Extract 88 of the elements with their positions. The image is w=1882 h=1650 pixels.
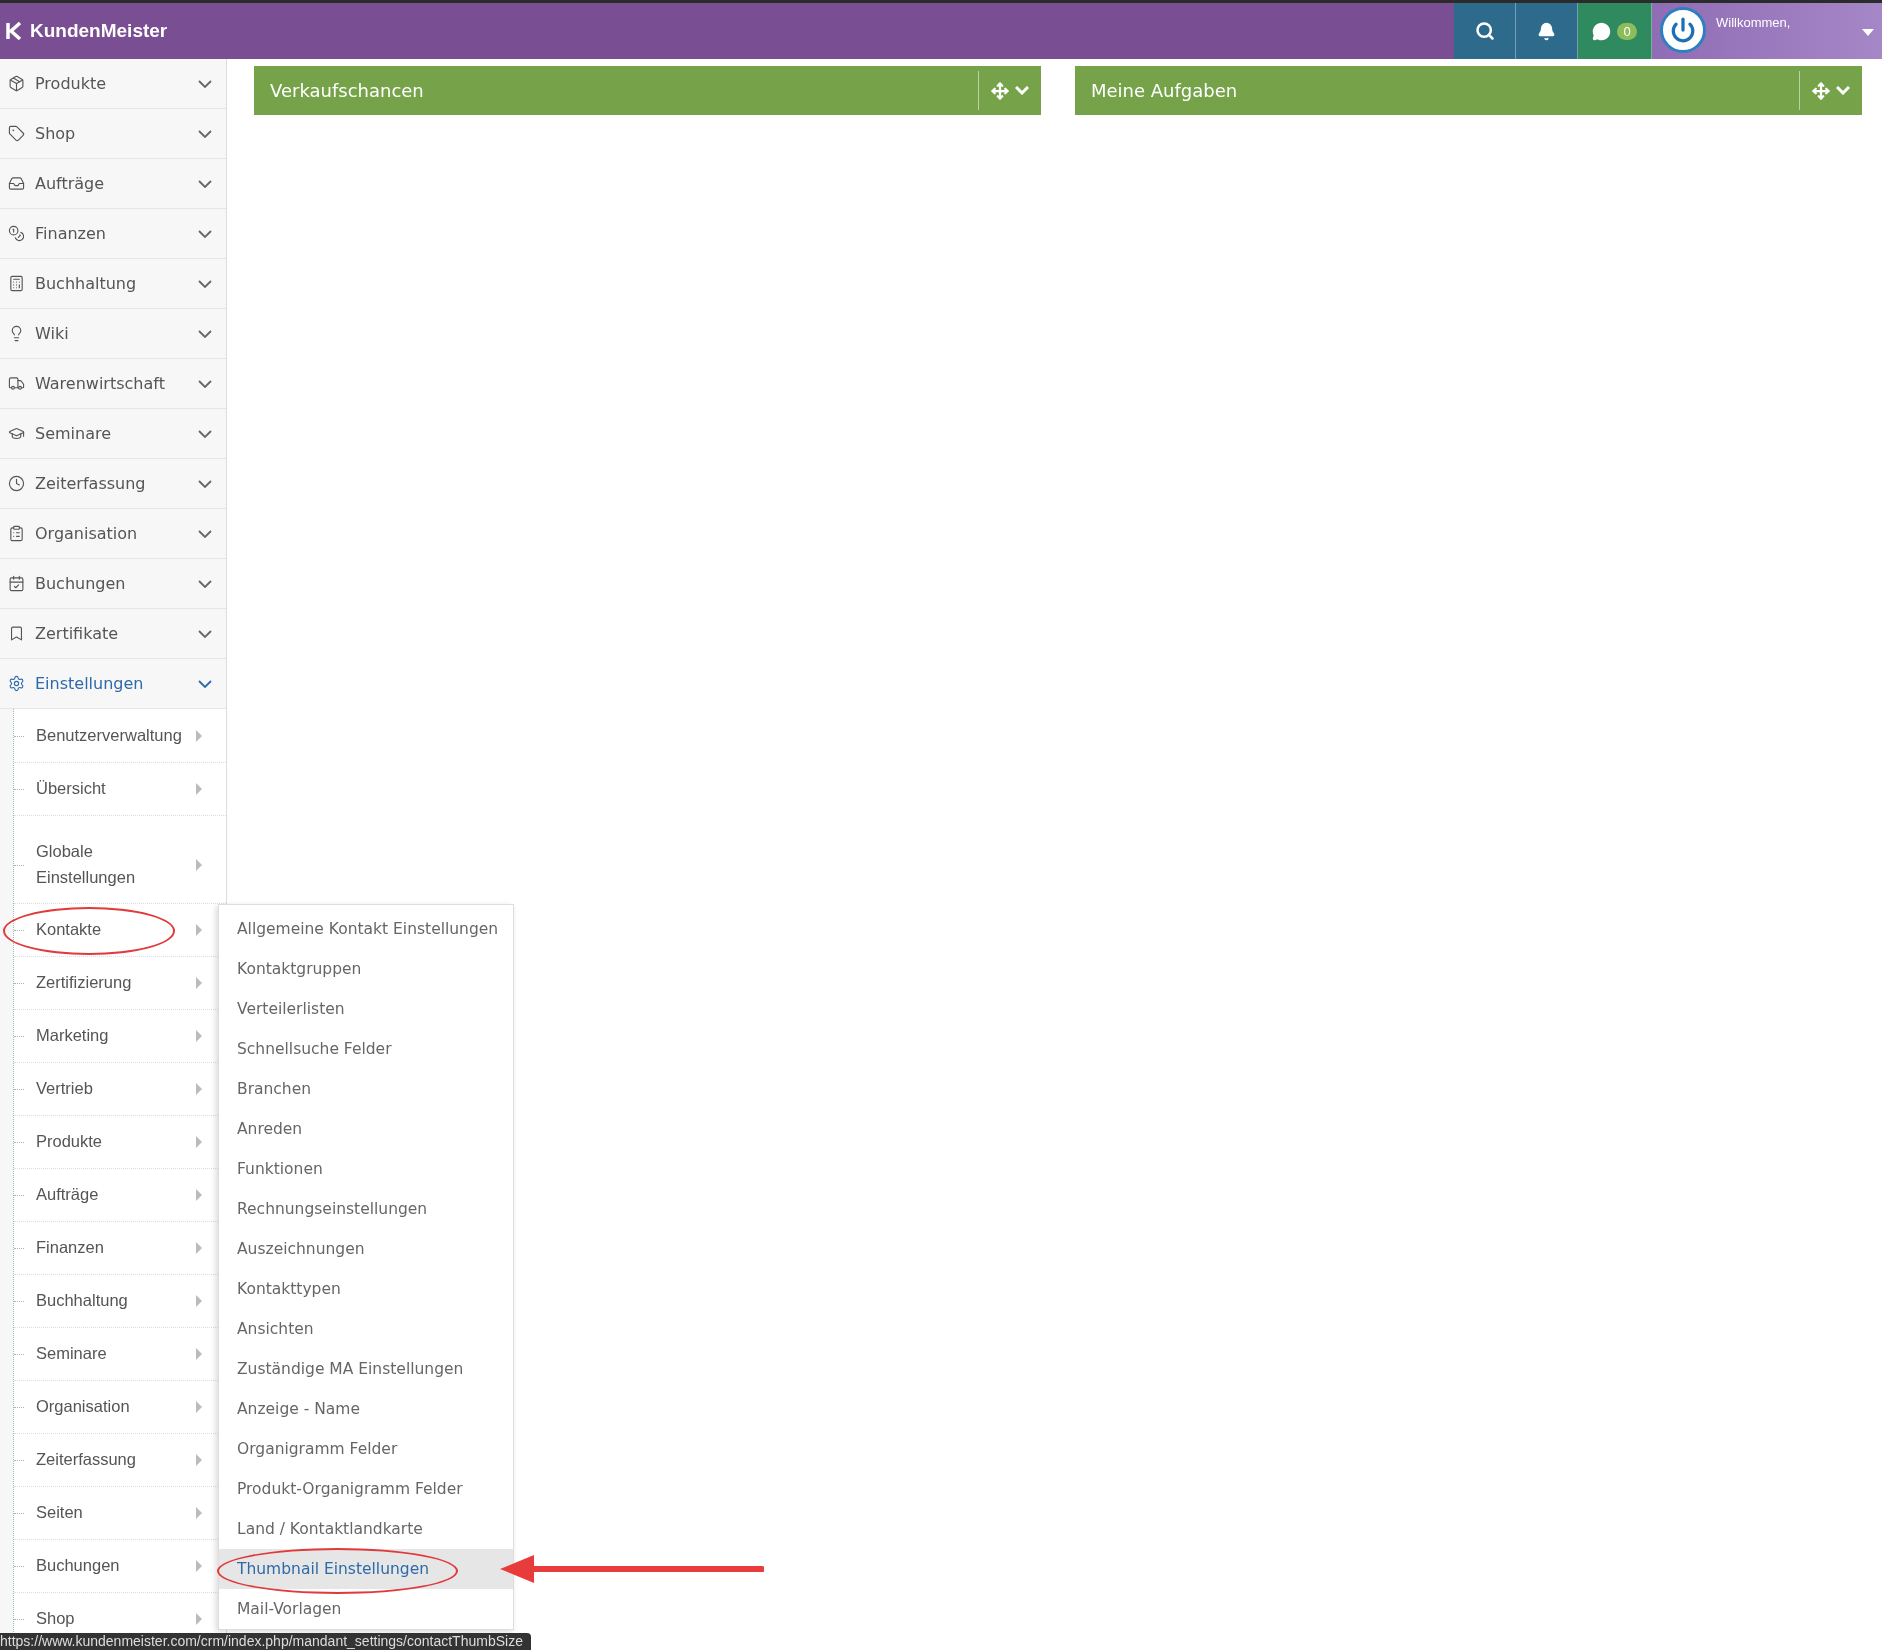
chevron-icon: [198, 379, 212, 388]
submenu-item[interactable]: Globale Einstellungen: [14, 827, 226, 904]
caret-icon: [196, 1507, 202, 1519]
sidebar-item[interactable]: Zeiterfassung: [0, 459, 226, 509]
panel-title: Verkaufschancen: [269, 80, 425, 101]
move-icon[interactable]: [991, 81, 1009, 100]
chevron-icon: [198, 629, 212, 638]
caret-icon: [196, 1295, 202, 1307]
calendar-icon: [8, 575, 25, 592]
calculator-icon: [8, 275, 25, 292]
sidebar-item[interactable]: Finanzen: [0, 209, 226, 259]
caret-icon: [196, 859, 202, 871]
sidebar-item[interactable]: Aufträge: [0, 159, 226, 209]
chevron-icon: [198, 479, 212, 488]
submenu-item[interactable]: Zeiterfassung: [14, 1434, 226, 1487]
chevron-icon[interactable]: [1015, 86, 1029, 95]
caret-icon: [196, 1401, 202, 1413]
caret-icon: [196, 1083, 202, 1095]
clock-icon: [8, 475, 25, 492]
chevron-icon: [198, 579, 212, 588]
caret-icon: [196, 1454, 202, 1466]
sidebar-item[interactable]: Buchungen: [0, 559, 226, 609]
notifications-button[interactable]: [1516, 3, 1578, 59]
bookmark-icon: [8, 625, 25, 642]
search-icon: [1474, 21, 1495, 41]
caret-icon: [196, 1242, 202, 1254]
move-icon[interactable]: [1812, 81, 1830, 100]
coins-icon: [8, 225, 25, 242]
chat-count-badge: 0: [1617, 22, 1637, 40]
submenu-item[interactable]: Organisation: [14, 1381, 226, 1434]
truck-icon: [8, 375, 25, 392]
chevron-icon: [198, 679, 212, 688]
caret-icon: [196, 924, 202, 936]
submenu-item[interactable]: Buchungen: [14, 1540, 226, 1593]
panel-title: Meine Aufgaben: [1090, 80, 1239, 101]
menu-item[interactable]: Thumbnail Einstellungen: [219, 1549, 513, 1589]
caret-icon: [196, 1136, 202, 1148]
url-tooltip: https://www.kundenmeister.com/crm/index.php/mandant_settings/contactThumbSize: [0, 1633, 531, 1650]
caret-icon: [196, 1030, 202, 1042]
submenu-item[interactable]: Aufträge: [14, 1169, 226, 1222]
settings-icon: [8, 675, 25, 692]
sidebar-item[interactable]: Produkte: [0, 59, 226, 109]
submenu-item[interactable]: Marketing: [14, 1010, 226, 1063]
chat-icon: [1592, 21, 1612, 41]
welcome-text: Willkommen,: [1716, 15, 1792, 30]
sidebar-item[interactable]: Organisation: [0, 509, 226, 559]
chevron-icon: [198, 429, 212, 438]
submenu-item[interactable]: Seiten: [14, 1487, 226, 1540]
sidebar-item[interactable]: Seminare: [0, 409, 226, 459]
caret-icon: [196, 729, 202, 742]
tray-icon: [8, 175, 25, 192]
graduation-cap-icon: [8, 425, 25, 442]
box-icon: [8, 75, 25, 92]
caret-icon[interactable]: [1862, 29, 1874, 37]
chevron-icon: [198, 129, 212, 138]
caret-icon: [196, 977, 202, 989]
sidebar-item[interactable]: Shop: [0, 109, 226, 159]
submenu-item[interactable]: Zertifizierung: [14, 957, 226, 1010]
logo-icon: [6, 21, 22, 41]
chevron-icon: [198, 529, 212, 538]
submenu-item[interactable]: Finanzen: [14, 1222, 226, 1275]
caret-icon: [196, 1560, 202, 1572]
brand-name: KundenMeister: [30, 20, 168, 42]
submenu-item[interactable]: Seminare: [14, 1328, 226, 1381]
sidebar-item[interactable]: Warenwirtschaft: [0, 359, 226, 409]
tag-icon: [8, 125, 25, 142]
power-icon[interactable]: [1660, 7, 1706, 53]
chevron-icon: [198, 229, 212, 238]
caret-icon: [196, 1348, 202, 1360]
search-button[interactable]: [1454, 3, 1516, 59]
sidebar-item[interactable]: Wiki: [0, 309, 226, 359]
sidebar-item[interactable]: Buchhaltung: [0, 259, 226, 309]
submenu-item[interactable]: Benutzerverwaltung: [14, 709, 226, 763]
chevron-icon: [198, 79, 212, 88]
bell-icon: [1537, 21, 1556, 41]
chevron-icon: [198, 179, 212, 188]
chevron-icon: [198, 329, 212, 338]
chevron-icon: [198, 279, 212, 288]
clipboard-icon: [8, 525, 25, 542]
caret-icon: [196, 783, 202, 795]
submenu-item[interactable]: Übersicht: [14, 763, 226, 816]
sidebar-item[interactable]: Zertifikate: [0, 609, 226, 659]
caret-icon: [196, 1189, 202, 1201]
chevron-icon[interactable]: [1836, 86, 1850, 95]
caret-icon: [196, 1613, 202, 1625]
submenu-item[interactable]: Vertrieb: [14, 1063, 226, 1116]
submenu-item[interactable]: Produkte: [14, 1116, 226, 1169]
submenu-item[interactable]: Buchhaltung: [14, 1275, 226, 1328]
